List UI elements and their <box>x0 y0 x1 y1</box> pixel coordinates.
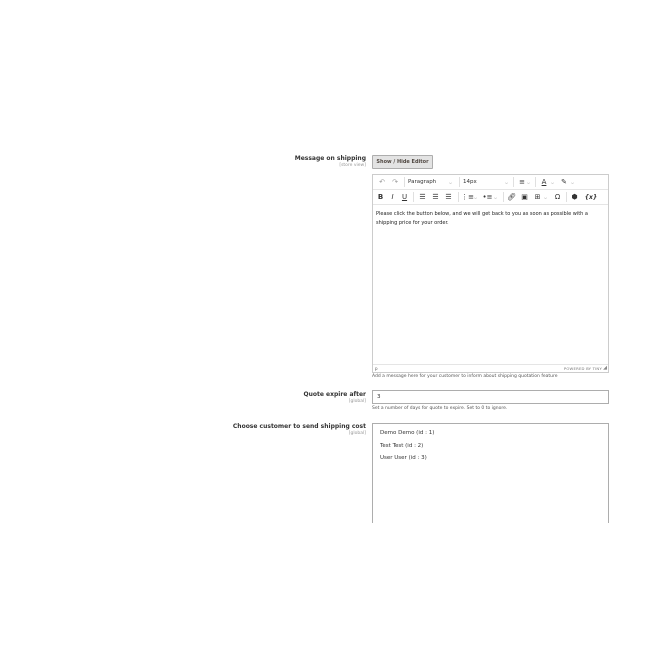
shipping-message-note: Add a message here for your customer to … <box>372 374 558 379</box>
shipping-message-scope: [store view] <box>339 163 366 168</box>
chevron-down-icon[interactable]: ⌵ <box>494 190 497 204</box>
insert-variable-button[interactable]: {x} <box>584 190 598 204</box>
customer-select-scope: [global] <box>348 431 366 436</box>
powered-by-link[interactable]: POWERED BY TINY <box>564 366 606 371</box>
show-hide-editor-button[interactable]: Show / Hide Editor <box>372 155 433 169</box>
customer-select-label: Choose customer to send shipping cost <box>232 423 366 430</box>
numbered-list-icon[interactable]: ⋮≡ <box>461 190 474 204</box>
customer-multiselect[interactable]: Demo Demo (id : 1) Test Test (id : 2) Us… <box>372 423 609 523</box>
quote-expire-input[interactable]: 3 <box>372 390 609 404</box>
chevron-down-icon[interactable]: ⌵ <box>571 175 574 189</box>
font-size-value: 14px <box>463 179 477 185</box>
quote-expire-note: Set a number of days for quote to expire… <box>372 406 508 411</box>
align-left-icon[interactable]: ☰ <box>418 190 427 204</box>
quote-expire-label: Quote expire after <box>303 391 366 398</box>
toolbar-separator <box>458 192 459 202</box>
quote-expire-label-group: Quote expire after [global] <box>304 391 366 405</box>
line-height-icon[interactable]: ≡ <box>517 175 527 189</box>
block-format-value: Paragraph <box>408 179 437 185</box>
chevron-down-icon[interactable]: ⌵ <box>474 190 477 204</box>
customer-option[interactable]: User User (id : 3) <box>373 452 608 465</box>
italic-icon[interactable]: I <box>388 190 397 204</box>
customer-option[interactable]: Demo Demo (id : 1) <box>373 427 608 440</box>
customer-select-label-group: Choose customer to send shipping cost [g… <box>233 423 366 437</box>
widget-icon[interactable]: ⬢ <box>570 190 579 204</box>
text-color-icon[interactable]: A <box>539 175 549 189</box>
quote-expire-scope: [global] <box>348 399 366 404</box>
shipping-message-label-group: Message on shipping [store view] <box>295 155 366 169</box>
customer-option[interactable]: Test Test (id : 2) <box>373 440 608 453</box>
element-path[interactable]: p <box>375 366 378 371</box>
highlight-color-icon[interactable]: ✎ <box>559 175 569 189</box>
toolbar-separator <box>404 177 405 187</box>
chevron-down-icon[interactable]: ⌵ <box>505 175 508 189</box>
editor-toolbar-row-1: ↶ ↷ Paragraph ⌵ 14px ⌵ ≡ ⌵ A ⌵ ✎ ⌵ <box>373 175 608 190</box>
table-icon[interactable]: ⊞ <box>533 190 542 204</box>
undo-icon[interactable]: ↶ <box>377 175 387 189</box>
editor-content-area[interactable]: Please click the button below, and we wi… <box>376 210 604 227</box>
chevron-down-icon[interactable]: ⌵ <box>544 190 547 204</box>
font-size-select[interactable]: 14px <box>463 175 503 189</box>
underline-icon[interactable]: U <box>400 190 409 204</box>
toolbar-separator <box>535 177 536 187</box>
redo-icon[interactable]: ↷ <box>390 175 400 189</box>
align-center-icon[interactable]: ☰ <box>431 190 440 204</box>
toolbar-separator <box>566 192 567 202</box>
bullet-list-icon[interactable]: •≡ <box>483 190 493 204</box>
rich-text-editor: ↶ ↷ Paragraph ⌵ 14px ⌵ ≡ ⌵ A ⌵ ✎ ⌵ B I U… <box>372 174 609 373</box>
link-icon[interactable]: 🔗︎ <box>507 190 516 204</box>
toolbar-separator <box>413 192 414 202</box>
toolbar-separator <box>513 177 514 187</box>
toolbar-separator <box>503 192 504 202</box>
chevron-down-icon[interactable]: ⌵ <box>527 175 530 189</box>
special-character-icon[interactable]: Ω <box>553 190 562 204</box>
align-right-icon[interactable]: ☰ <box>444 190 453 204</box>
image-icon[interactable]: ▣ <box>520 190 529 204</box>
chevron-down-icon[interactable]: ⌵ <box>449 175 452 189</box>
editor-paragraph: Please click the button below, and we wi… <box>376 211 588 226</box>
chevron-down-icon[interactable]: ⌵ <box>551 175 554 189</box>
editor-statusbar: p POWERED BY TINY <box>373 364 608 372</box>
bold-icon[interactable]: B <box>376 190 385 204</box>
editor-toolbar-row-2: B I U ☰ ☰ ☰ ⋮≡ ⌵ •≡ ⌵ 🔗︎ ▣ ⊞ ⌵ Ω ⬢ {x} <box>373 190 608 205</box>
toolbar-separator <box>459 177 460 187</box>
shipping-message-label: Message on shipping <box>294 155 366 162</box>
resize-handle-icon[interactable]: ◢ <box>603 366 607 371</box>
